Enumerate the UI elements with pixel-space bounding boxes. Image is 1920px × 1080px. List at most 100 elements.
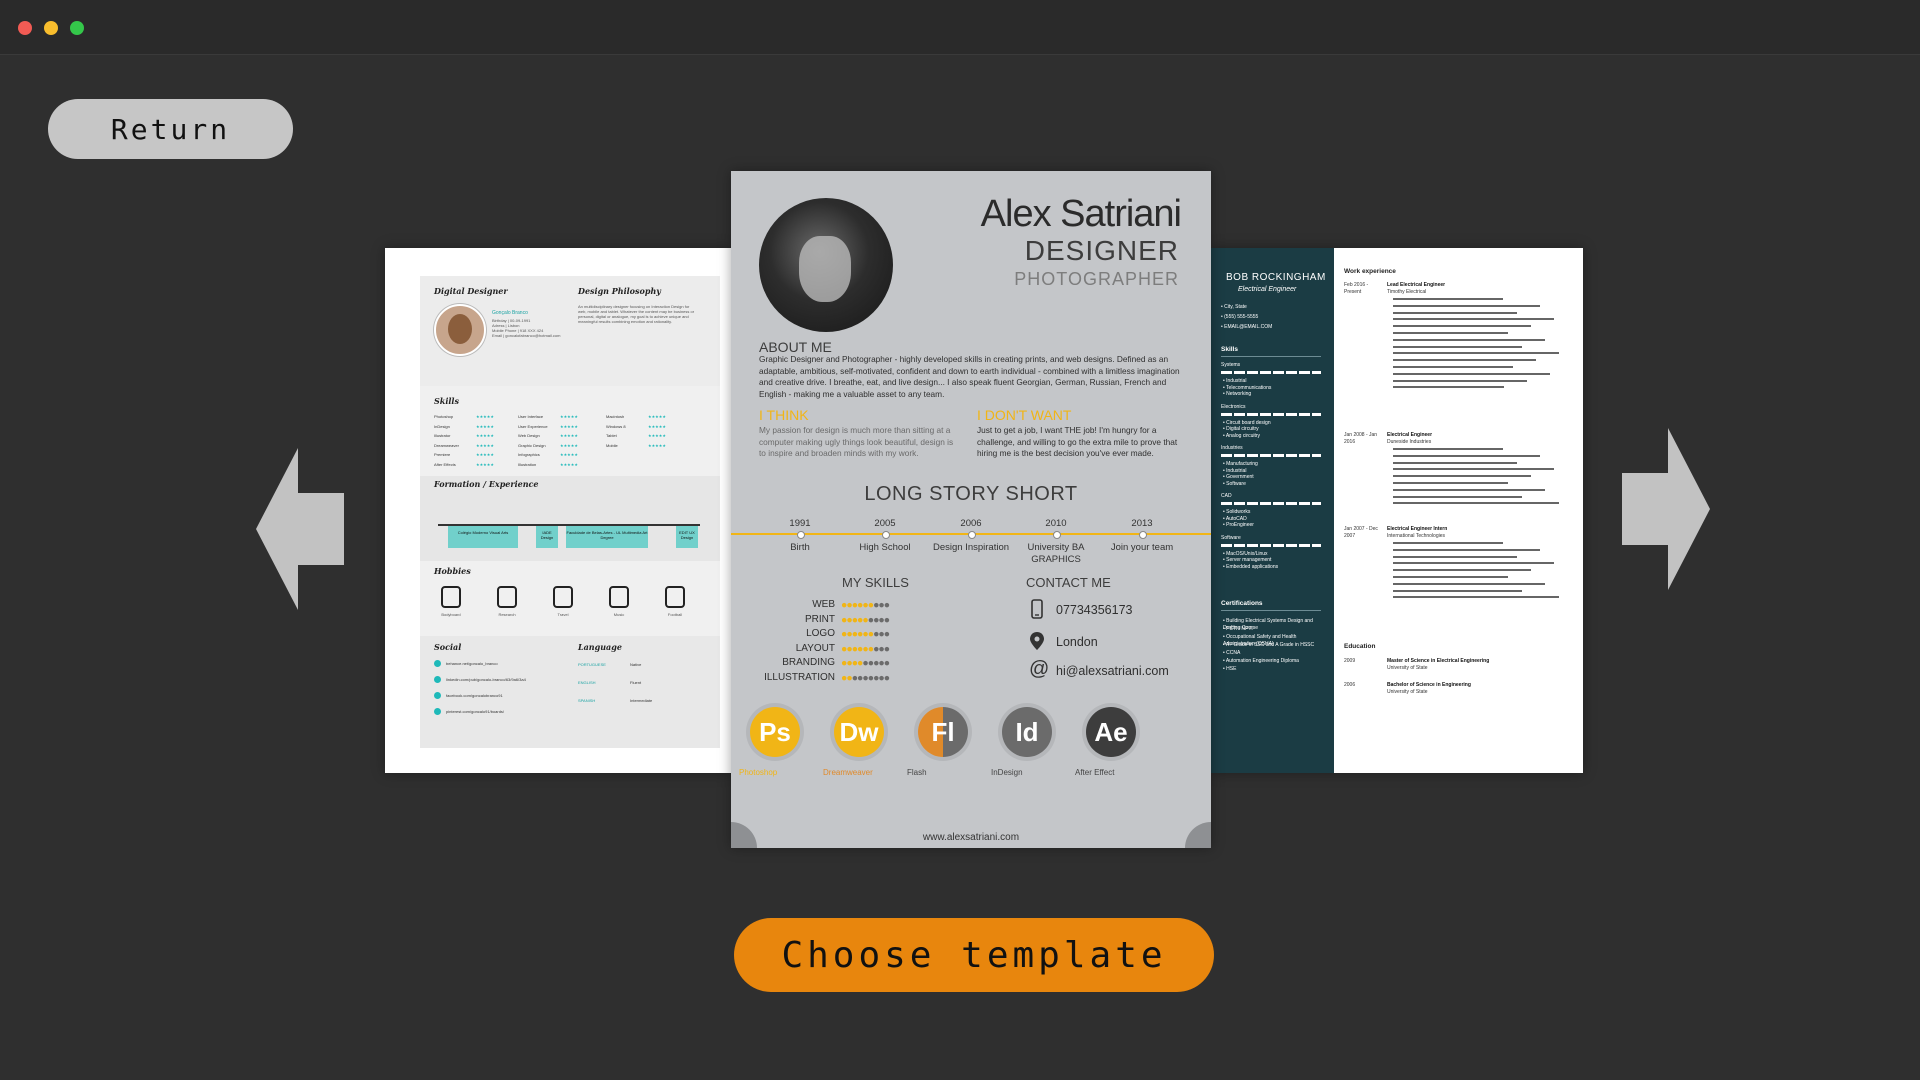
right-job-bullet [1393, 548, 1540, 551]
right-job-title: Electrical Engineer [1387, 432, 1433, 438]
left-skill-label: Tablet [606, 433, 617, 438]
center-template-role-designer: DESIGNER [1024, 235, 1179, 266]
right-job-company: International Technologies [1387, 533, 1446, 539]
template-preview-center[interactable]: Alex Satriani DESIGNER PHOTOGRAPHER ABOU… [731, 171, 1211, 848]
left-skill-label: After Effects [434, 461, 456, 467]
center-template-role-photographer: PHOTOGRAPHER [1014, 269, 1179, 289]
template-preview-left[interactable]: Digital Designer Design Philosophy An mu… [385, 248, 731, 773]
left-language-name: ENGLISH [578, 680, 596, 685]
timeline-year: 2010 [1045, 518, 1067, 529]
right-job-bullet [1393, 338, 1545, 341]
hobby-icon [441, 586, 461, 608]
left-skill-rating: ★★★★★ [476, 442, 494, 448]
right-skill-item: • ProEngineer [1223, 522, 1254, 528]
left-skill-rating: ★★★★★ [560, 414, 578, 419]
arrow-right-icon[interactable] [1622, 428, 1710, 590]
right-edu-year: 2009 [1344, 658, 1356, 664]
right-job-bullet [1393, 332, 1508, 334]
left-skill-rating: ★★★★★ [476, 452, 494, 457]
right-job-bullet [1393, 386, 1504, 389]
left-skill-label: Premiere [434, 452, 451, 457]
timeline-label: University BA GRAPHICS [1027, 542, 1085, 565]
timeline-label: Design Inspiration [932, 542, 1010, 553]
right-job-dates: Feb 2016 - Present [1344, 282, 1369, 295]
left-language-level: Intermediate [630, 698, 653, 703]
window-titlebar [0, 0, 1920, 55]
close-window-button[interactable] [18, 21, 32, 35]
skill-label: LOGO [806, 628, 835, 639]
right-job-bullet [1393, 359, 1536, 362]
software-icon: Ps [750, 707, 800, 757]
left-skill-label: User Experience [518, 423, 548, 429]
minimize-window-button[interactable] [44, 21, 58, 35]
timeline-year: 2006 [960, 518, 982, 529]
skill-label: BRANDING [782, 657, 835, 668]
hobby-icon [665, 586, 685, 608]
right-job-bullet [1393, 596, 1559, 599]
timeline-label: High School [859, 542, 911, 553]
maximize-window-button[interactable] [70, 21, 84, 35]
right-edu-school: University of State [1387, 689, 1428, 695]
timeline-label: Birth [790, 542, 810, 553]
right-job-bullet [1393, 582, 1545, 585]
skill-rating: ●●●●●●●●● [841, 598, 890, 613]
left-language-level: Fluent [630, 680, 642, 685]
timeline-item: 2010 University BA GRAPHICS [1011, 518, 1101, 566]
right-skill-bar [1221, 412, 1321, 416]
left-skill-label: Web Design [518, 433, 540, 438]
left-hobby-label: Music [613, 612, 625, 617]
arrow-left-icon[interactable] [256, 448, 344, 610]
left-template-formation-title: Formation / Experience [434, 479, 539, 489]
right-job-bullet [1393, 555, 1517, 558]
left-social-link: pinterest.com/goncalo91/boards/ [446, 709, 505, 714]
left-hobby-label: Research [498, 612, 516, 617]
return-button[interactable]: Return [48, 99, 293, 159]
timeline-dot [968, 531, 976, 539]
left-hobby-item: Football [660, 586, 690, 617]
left-language-name: SPANISH [578, 698, 596, 703]
skill-dot: ● [883, 628, 890, 640]
right-job-bullet [1393, 542, 1503, 544]
right-template-cert-title: Certifications [1221, 600, 1263, 607]
right-job-bullet [1393, 468, 1554, 471]
left-skill-label: Windows 8 [606, 423, 626, 429]
timeline-year: 2005 [874, 518, 896, 529]
skill-dot: ● [883, 599, 890, 611]
right-template-rule [1221, 610, 1321, 611]
right-cert-item: • CCNA [1223, 650, 1241, 656]
timeline-dot [882, 531, 890, 539]
left-skill-label: Infographics [518, 452, 540, 457]
center-template-story-title: LONG STORY SHORT [864, 483, 1078, 505]
right-skill-item: • Embedded applications [1223, 563, 1279, 570]
skill-label: ILLUSTRATION [764, 671, 835, 683]
right-edu-year: 2006 [1344, 682, 1356, 688]
left-skill-rating: ★★★★★ [560, 433, 578, 438]
right-job-bullet [1393, 454, 1540, 457]
timeline-year: 2013 [1131, 518, 1153, 529]
right-template-skills-title: Skills [1221, 346, 1238, 353]
template-preview-right[interactable]: BOB ROCKINGHAM Electrical Engineer • Cit… [1211, 248, 1583, 773]
timeline-dot [1053, 531, 1061, 539]
center-template-about-title: ABOUT ME [759, 339, 832, 355]
right-skill-group-title: Systems [1221, 362, 1241, 368]
right-job-bullet [1393, 589, 1522, 592]
left-template-person-info: Birthday | 00-09-1991 Adress | Lisbon Mo… [492, 318, 561, 338]
left-skill-rating: ★★★★★ [476, 461, 494, 467]
right-job-bullet [1393, 488, 1545, 491]
choose-template-button[interactable]: Choose template [734, 918, 1214, 992]
center-template-name: Alex Satriani [980, 193, 1182, 235]
right-cert-item: • HSE [1223, 666, 1237, 672]
right-job-bullet [1393, 461, 1517, 464]
skill-rating: ●●●●●●●●● [841, 613, 890, 628]
left-template-bar: EDIT UX Design [676, 526, 698, 548]
left-language-name: PORTUGUESE [578, 662, 606, 667]
left-skill-label: Graphic Design [518, 442, 546, 448]
right-job-title: Electrical Engineer Intern [1387, 526, 1448, 532]
hobby-icon [553, 586, 573, 608]
left-skill-label: Illustration [518, 461, 537, 467]
software-icon: Dw [834, 707, 884, 757]
left-template-avatar [434, 304, 486, 356]
right-job-dates: Jan 2008 - Jan 2016 [1344, 432, 1378, 445]
social-icon [434, 692, 441, 699]
left-template-title: Digital Designer [434, 286, 508, 296]
